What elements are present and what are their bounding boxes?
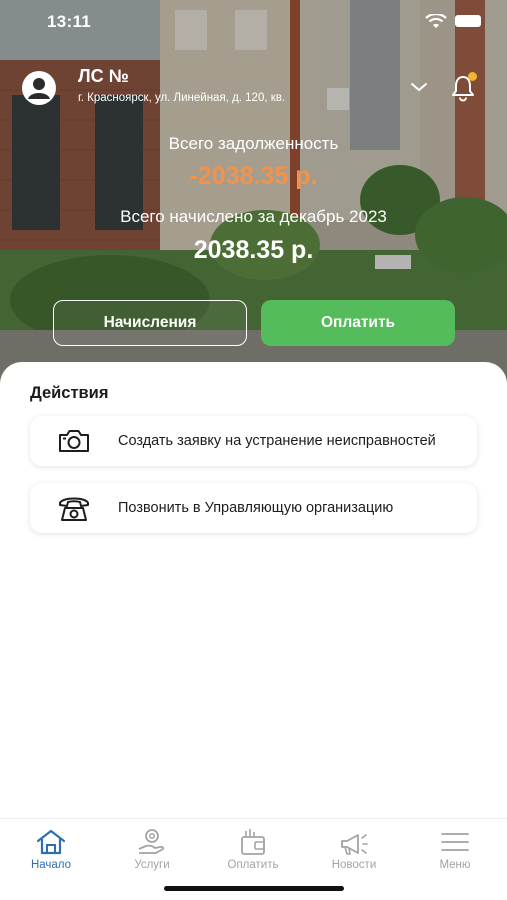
notification-dot bbox=[468, 72, 477, 81]
call-company-label: Позвонить в Управляющую организацию bbox=[118, 499, 394, 516]
create-request-card[interactable]: Создать заявку на устранение неисправнос… bbox=[30, 416, 477, 466]
actions-sheet: Действия Создать заявку на устранение не… bbox=[0, 362, 507, 822]
accrued-amount: 2038.35 р. bbox=[193, 236, 314, 264]
actions-title: Действия bbox=[30, 384, 109, 402]
address-redaction bbox=[327, 88, 349, 110]
account-header[interactable]: ЛС № г. Красноярск, ул. Линейная, д. 120… bbox=[22, 66, 482, 114]
create-request-label: Создать заявку на устранение неисправнос… bbox=[118, 432, 436, 449]
account-address: г. Красноярск, ул. Линейная, д. 120, кв. bbox=[78, 92, 286, 104]
tab-menu[interactable]: Меню bbox=[415, 827, 495, 871]
wallet-icon bbox=[213, 827, 293, 857]
tab-news-label: Новости bbox=[331, 859, 377, 871]
chevron-down-icon[interactable] bbox=[410, 80, 428, 98]
megaphone-icon bbox=[314, 827, 394, 857]
status-bar: 13:11 bbox=[0, 0, 507, 44]
charges-button[interactable]: Начисления bbox=[53, 300, 247, 346]
tab-home-label: Начало bbox=[30, 859, 72, 871]
phone-icon bbox=[30, 493, 118, 523]
wifi-icon bbox=[425, 12, 447, 35]
tab-services[interactable]: Услуги bbox=[112, 827, 192, 871]
debt-label: Всего задолженность bbox=[168, 134, 339, 153]
tab-pay[interactable]: Оплатить bbox=[213, 827, 293, 871]
pay-button[interactable]: Оплатить bbox=[261, 300, 455, 346]
tab-pay-label: Оплатить bbox=[227, 859, 279, 871]
user-icon[interactable] bbox=[22, 71, 56, 105]
camera-icon bbox=[30, 428, 118, 454]
status-time: 13:11 bbox=[47, 12, 92, 31]
services-icon bbox=[112, 827, 192, 857]
debt-amount: -2038.35 р. bbox=[189, 162, 318, 190]
tab-news[interactable]: Новости bbox=[314, 827, 394, 871]
tab-menu-label: Меню bbox=[439, 859, 471, 871]
tab-home[interactable]: Начало bbox=[11, 827, 91, 871]
accrued-label: Всего начислено за декабрь 2023 bbox=[120, 207, 387, 226]
battery-icon bbox=[455, 15, 481, 27]
menu-icon bbox=[415, 827, 495, 857]
call-company-card[interactable]: Позвонить в Управляющую организацию bbox=[30, 483, 477, 533]
tab-services-label: Услуги bbox=[134, 859, 170, 871]
home-indicator[interactable] bbox=[164, 886, 344, 891]
account-title: ЛС № bbox=[78, 66, 129, 86]
home-icon bbox=[11, 827, 91, 857]
